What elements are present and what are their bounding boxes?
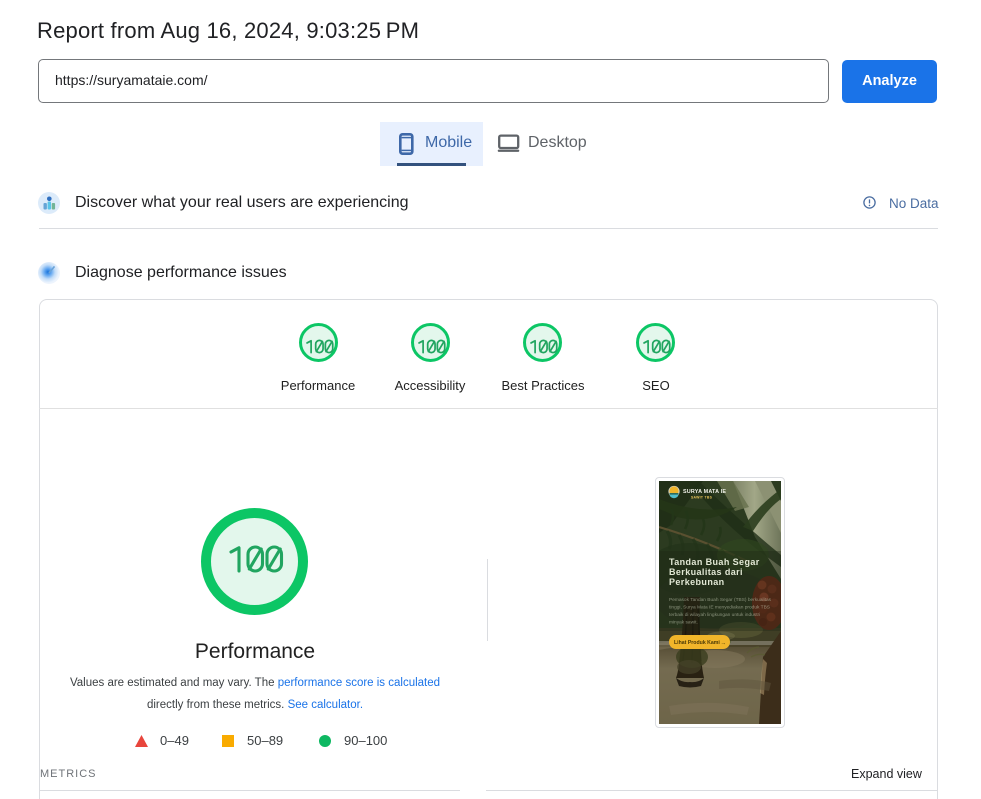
svg-text:terbaik di wilayah lingkungan: terbaik di wilayah lingkungan untuk indu… (669, 612, 760, 618)
svg-text:Lihat Produk Kami: Lihat Produk Kami (674, 640, 720, 646)
svg-text:minyak sawit.: minyak sawit. (669, 620, 698, 626)
svg-text:SURYA MATA IE: SURYA MATA IE (683, 489, 726, 495)
svg-text:SAWIT TBS: SAWIT TBS (691, 496, 713, 500)
svg-text:tinggi, Surya Mata IE menyedia: tinggi, Surya Mata IE menyediakan produk… (669, 605, 770, 611)
svg-text:Tandan Buah Segar: Tandan Buah Segar (669, 557, 760, 567)
svg-text:Perkebunan: Perkebunan (669, 577, 725, 587)
svg-text:Pemasok Tandan Buah Segar (TBS: Pemasok Tandan Buah Segar (TBS) berkuali… (669, 597, 772, 603)
svg-text:Berkualitas dari: Berkualitas dari (669, 567, 743, 577)
svg-text:→: → (721, 640, 727, 646)
